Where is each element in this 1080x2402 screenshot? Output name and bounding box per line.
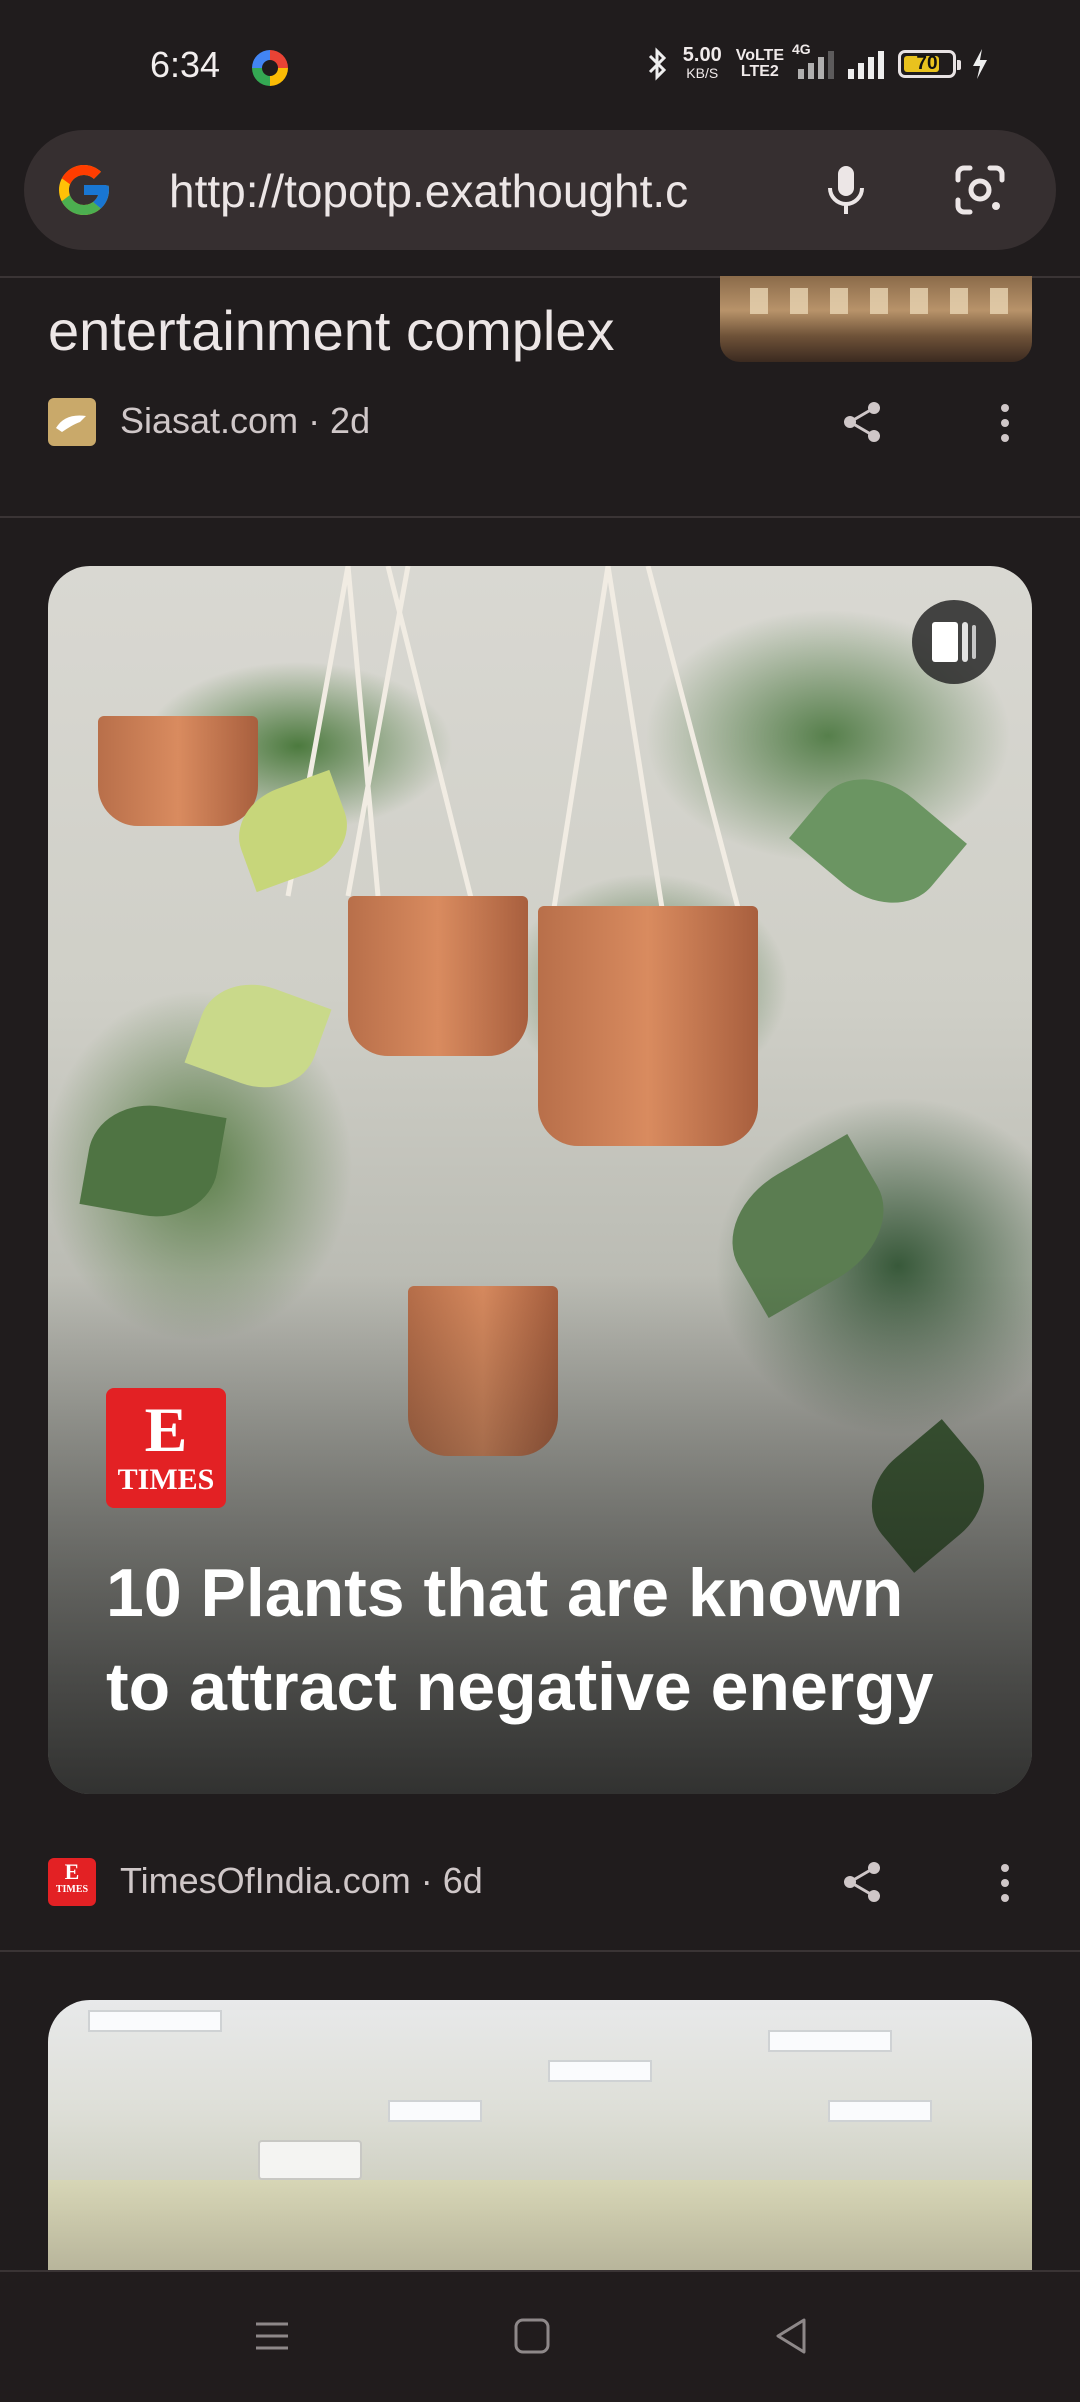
ceiling-light-graphic <box>768 2030 892 2052</box>
source-row: Siasat.com · 2d <box>0 386 1080 456</box>
times-logo-text: TIMES <box>117 1463 215 1496</box>
battery-level: 70 <box>916 53 938 74</box>
share-icon[interactable] <box>836 396 888 448</box>
source-label: Siasat.com · 2d <box>120 400 371 441</box>
back-icon[interactable] <box>770 2314 814 2358</box>
article-title[interactable]: entertainment complex <box>48 298 615 363</box>
card-divider <box>0 516 1080 518</box>
share-icon[interactable] <box>836 1856 888 1908</box>
pot-graphic <box>538 906 758 1146</box>
article-headline[interactable]: 10 Plants that are known to attract nega… <box>106 1546 986 1734</box>
siasat-favicon-icon <box>48 398 96 446</box>
status-time: 6:34 <box>150 44 221 85</box>
volte-indicator: VoLTE LTE2 <box>736 48 784 80</box>
network-speed-unit: KB/S <box>686 65 719 81</box>
pot-graphic <box>348 896 528 1056</box>
bluetooth-icon <box>648 47 666 81</box>
status-indicators: 5.00 KB/S VoLTE LTE2 4G 70 <box>647 41 990 82</box>
times-favicon-icon: E TIMES <box>48 1858 96 1906</box>
battery-icon: 70 <box>898 50 961 78</box>
article-thumbnail[interactable] <box>720 276 1032 362</box>
ceiling-light-graphic <box>88 2010 222 2032</box>
air-conditioner-graphic <box>258 2140 362 2180</box>
card-divider <box>0 1950 1080 1952</box>
times-favicon-text: TIMES <box>55 1884 89 1895</box>
more-options-icon[interactable] <box>990 1858 1020 1908</box>
pot-graphic <box>98 716 258 826</box>
signal-4g-group: 4G <box>792 41 834 79</box>
ceiling-light-graphic <box>548 2060 652 2082</box>
charging-icon <box>973 49 987 79</box>
network-speed-value: 5.00 <box>682 44 722 66</box>
source-row: E TIMES TimesOfIndia.com · 6d <box>0 1846 1080 1916</box>
times-favicon-letter: E <box>64 1859 80 1884</box>
ceiling-light-graphic <box>828 2100 932 2122</box>
times-logo: E TIMES <box>106 1388 226 1508</box>
article-hero-image[interactable]: E TIMES 10 Plants that are known to attr… <box>48 566 1032 1794</box>
address-bar[interactable]: http://topotp.exathought.c <box>24 130 1056 250</box>
navigation-bar <box>0 2270 1080 2402</box>
lte-label: LTE2 <box>740 63 779 80</box>
wall-graphic <box>48 2180 1032 2270</box>
menu-icon[interactable] <box>250 2314 294 2358</box>
source-label: TimesOfIndia.com · 6d <box>120 1860 483 1901</box>
google-logo-icon[interactable] <box>54 160 114 220</box>
network-speed: 5.00 KB/S <box>682 44 722 82</box>
url-text[interactable]: http://topotp.exathought.c <box>169 164 757 218</box>
ceiling-light-graphic <box>388 2100 482 2122</box>
microphone-icon[interactable] <box>814 158 878 222</box>
status-bar: 6:34 5.00 KB/S VoLTE LTE2 4G 70 <box>0 0 1080 130</box>
home-icon[interactable] <box>510 2314 554 2358</box>
times-logo-letter: E <box>144 1394 188 1465</box>
news-card-siasat[interactable]: entertainment complex Siasat.com · 2d <box>0 276 1080 516</box>
article-hero-image-2[interactable] <box>48 2000 1032 2270</box>
more-options-icon[interactable] <box>990 398 1020 448</box>
app-notification-icon <box>252 50 288 86</box>
signal-icon-2 <box>848 49 884 79</box>
google-lens-icon[interactable] <box>948 158 1012 222</box>
signal-icon <box>798 49 834 79</box>
web-stories-icon[interactable] <box>912 600 996 684</box>
volte-label: VoLTE <box>735 47 784 64</box>
